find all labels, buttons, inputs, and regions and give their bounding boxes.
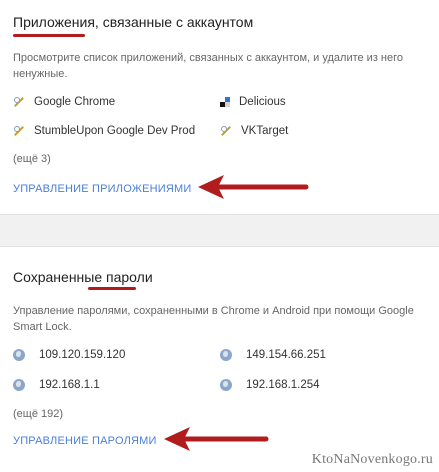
- connected-apps-card: Приложения, связанные с аккаунтом Просмо…: [0, 0, 439, 215]
- passwords-more-count: (ещё 192): [13, 408, 64, 420]
- app-item-stumbleupon[interactable]: StumbleUpon Google Dev Prod: [13, 125, 195, 137]
- app-name: Delicious: [239, 96, 286, 108]
- app-item-vktarget[interactable]: VKTarget: [220, 125, 288, 137]
- apps-section-description: Просмотрите список приложений, связанных…: [13, 52, 404, 80]
- passwords-section-description: Управление паролями, сохраненными в Chro…: [13, 305, 414, 333]
- globe-icon: [13, 349, 25, 361]
- annotation-underline: [88, 287, 136, 290]
- passwords-section-title: Сохраненные пароли: [13, 269, 153, 285]
- wrench-icon: [13, 96, 25, 108]
- site-item[interactable]: 109.120.159.120: [13, 349, 125, 361]
- section-gap: [0, 215, 439, 246]
- globe-icon: [220, 349, 232, 361]
- app-name: StumbleUpon Google Dev Prod: [34, 125, 196, 137]
- globe-icon: [220, 379, 232, 391]
- saved-passwords-card: Сохраненные пароли Управление паролями, …: [0, 246, 439, 472]
- site-name: 109.120.159.120: [39, 349, 126, 361]
- app-name: VKTarget: [241, 125, 289, 137]
- apps-more-count: (ещё 3): [13, 153, 51, 165]
- apps-section-title: Приложения, связанные с аккаунтом: [13, 14, 254, 30]
- site-name: 192.168.1.254: [246, 379, 320, 391]
- app-item-google-chrome[interactable]: Google Chrome: [13, 96, 115, 108]
- annotation-underline: [13, 34, 85, 37]
- globe-icon: [13, 379, 25, 391]
- manage-apps-link[interactable]: УПРАВЛЕНИЕ ПРИЛОЖЕНИЯМИ: [13, 183, 191, 195]
- annotation-arrow: [164, 427, 269, 451]
- site-name: 192.168.1.1: [39, 379, 100, 391]
- annotation-arrow: [198, 175, 309, 199]
- site-item[interactable]: 149.154.66.251: [220, 349, 326, 361]
- wrench-icon: [220, 125, 232, 137]
- manage-passwords-link[interactable]: УПРАВЛЕНИЕ ПАРОЛЯМИ: [13, 435, 157, 447]
- delicious-icon: [220, 97, 230, 107]
- site-name: 149.154.66.251: [246, 349, 326, 361]
- site-item[interactable]: 192.168.1.254: [220, 379, 320, 391]
- app-item-delicious[interactable]: Delicious: [220, 96, 286, 108]
- watermark: KtoNaNovenkogo.ru: [311, 452, 433, 467]
- wrench-icon: [13, 125, 25, 137]
- app-name: Google Chrome: [34, 96, 116, 108]
- site-item[interactable]: 192.168.1.1: [13, 379, 100, 391]
